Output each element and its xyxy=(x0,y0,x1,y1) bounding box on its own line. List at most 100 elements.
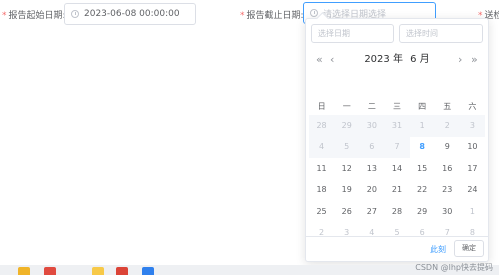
picker-date-input[interactable]: 选择日期 xyxy=(311,24,394,43)
calendar-day-cell[interactable]: 26 xyxy=(334,201,359,223)
calendar-day-cell: 29 xyxy=(334,115,360,137)
calendar-day-number: 7 xyxy=(394,142,400,152)
calendar-day-cell[interactable]: 20 xyxy=(359,180,384,202)
calendar-day-number: 15 xyxy=(417,163,428,173)
calendar-day-cell[interactable]: 24 xyxy=(460,180,485,202)
calendar-day-number: 17 xyxy=(467,163,478,173)
picker-time-placeholder: 选择时间 xyxy=(406,29,438,38)
calendar-day-number: 28 xyxy=(316,120,327,130)
calendar-day-number: 3 xyxy=(469,120,475,130)
calendar-day-number: 31 xyxy=(391,120,403,130)
calendar-day-cell[interactable]: 25 xyxy=(309,201,334,223)
weekday-header-row: 日一二三四五六 xyxy=(309,97,485,115)
calendar-week-row: 4 5 6 7 8 9 10 xyxy=(309,136,485,159)
calendar-day-cell[interactable]: 21 xyxy=(384,180,409,202)
calendar-day-number: 5 xyxy=(344,142,350,152)
calendar-day-cell: 1 xyxy=(409,115,435,137)
weekday-header: 五 xyxy=(443,101,452,111)
calendar-day-cell[interactable]: 12 xyxy=(334,158,359,180)
next-month-button[interactable]: › xyxy=(458,52,462,68)
calendar-day-cell[interactable]: 23 xyxy=(435,180,460,202)
weekday-header: 四 xyxy=(418,101,427,111)
calendar-day-number: 29 xyxy=(417,206,428,216)
picker-date-placeholder: 选择日期 xyxy=(318,29,350,38)
calendar-day-cell: 28 xyxy=(309,115,335,137)
weekday-header: 日 xyxy=(317,101,326,111)
calendar-day-cell[interactable]: 11 xyxy=(309,158,334,180)
calendar-day-number: 2 xyxy=(444,120,450,130)
calendar-day-cell[interactable]: 8 xyxy=(410,137,435,159)
calendar-day-cell[interactable]: 19 xyxy=(334,180,359,202)
clock-icon xyxy=(310,9,318,17)
calendar-week-row: 11 12 13 14 15 16 17 xyxy=(309,158,485,180)
calendar-day-cell[interactable]: 1 xyxy=(460,201,485,223)
calendar-day-number: 25 xyxy=(316,206,327,216)
calendar-day-number: 11 xyxy=(316,163,327,173)
calendar-day-cell[interactable]: 29 xyxy=(410,201,435,223)
picker-footer: 此刻 确定 xyxy=(306,236,488,261)
calendar-day-number: 4 xyxy=(319,142,325,152)
required-mark: * xyxy=(2,11,7,21)
calendar-day-number: 12 xyxy=(341,163,352,173)
calendar-day-number: 20 xyxy=(366,185,377,195)
confirm-button[interactable]: 确定 xyxy=(454,240,484,257)
calendar-day-number: 10 xyxy=(467,142,478,152)
calendar-day-number: 30 xyxy=(442,206,453,216)
calendar-day-cell: 2 xyxy=(434,115,460,137)
calendar-day-cell[interactable]: 15 xyxy=(410,158,435,180)
end-date-label-text: 报告截止日期: xyxy=(246,11,304,21)
calendar-day-number: 27 xyxy=(366,206,377,216)
calendar-table: 日一二三四五六 28 29 30 31 1 2 3 4 5 6 7 8 9 10 11 12 13 14 15 16 1… xyxy=(309,97,485,244)
weekday-header: 一 xyxy=(342,101,351,111)
weekday-header: 二 xyxy=(367,101,376,111)
folder-icon[interactable] xyxy=(92,267,104,275)
calendar-day-cell[interactable]: 14 xyxy=(384,158,409,180)
calendar-day-number: 19 xyxy=(341,185,352,195)
calendar-day-cell[interactable]: 13 xyxy=(359,158,384,180)
start-date-value: 2023-06-08 00:00:00 xyxy=(84,9,180,19)
file-manager-icon[interactable] xyxy=(18,267,30,275)
calendar-day-number: 26 xyxy=(341,206,352,216)
calendar-day-number: 23 xyxy=(442,185,453,195)
calendar-day-cell[interactable]: 9 xyxy=(435,137,460,159)
picker-time-input[interactable]: 选择时间 xyxy=(399,24,483,43)
chrome-icon[interactable] xyxy=(116,267,128,275)
end-date-label: * 报告截止日期: xyxy=(240,8,304,21)
calendar-body: 28 29 30 31 1 2 3 4 5 6 7 8 9 10 11 12 13 14 15 16 17 18 19 20 2… xyxy=(309,115,485,244)
calendar-day-cell: 7 xyxy=(384,136,410,158)
calendar-day-number: 13 xyxy=(366,163,377,173)
next-year-button[interactable]: » xyxy=(471,52,478,68)
calendar-day-number: 8 xyxy=(419,142,425,152)
calendar-day-number: 30 xyxy=(366,120,377,130)
calendar-day-number: 14 xyxy=(391,163,403,173)
month-label[interactable]: 6 月 xyxy=(410,54,430,65)
calendar-day-cell[interactable]: 18 xyxy=(309,180,334,202)
calendar-day-number: 9 xyxy=(444,142,450,152)
calendar-day-cell[interactable]: 17 xyxy=(460,158,485,180)
calendar-day-cell: 4 xyxy=(309,136,335,158)
calendar-day-cell[interactable]: 28 xyxy=(384,201,409,223)
calendar-day-number: 29 xyxy=(341,120,352,130)
calendar-day-number: 22 xyxy=(417,185,428,195)
calendar-day-number: 1 xyxy=(469,206,475,216)
now-button[interactable]: 此刻 xyxy=(430,244,446,255)
calendar-day-cell: 6 xyxy=(359,136,385,158)
calendar-day-cell: 31 xyxy=(384,115,410,137)
required-mark: * xyxy=(240,11,245,21)
calendar-day-cell[interactable]: 30 xyxy=(435,201,460,223)
calendar-day-number: 16 xyxy=(442,163,453,173)
calendar-day-cell[interactable]: 16 xyxy=(435,158,460,180)
calendar-day-number: 24 xyxy=(467,185,478,195)
notification-app-icon[interactable] xyxy=(44,267,56,275)
calendar-day-number: 6 xyxy=(369,142,375,152)
vscode-icon[interactable] xyxy=(142,267,154,275)
calendar-day-cell[interactable]: 22 xyxy=(410,180,435,202)
start-date-input[interactable]: 2023-06-08 00:00:00 xyxy=(64,3,196,25)
start-date-label-text: 报告起始日期: xyxy=(8,11,66,21)
calendar-day-cell[interactable]: 10 xyxy=(460,137,485,159)
clock-icon xyxy=(71,10,79,18)
calendar-day-cell[interactable]: 27 xyxy=(359,201,384,223)
year-label[interactable]: 2023 年 xyxy=(364,54,403,65)
calendar-day-number: 1 xyxy=(419,120,425,130)
calendar-day-number: 28 xyxy=(391,206,403,216)
